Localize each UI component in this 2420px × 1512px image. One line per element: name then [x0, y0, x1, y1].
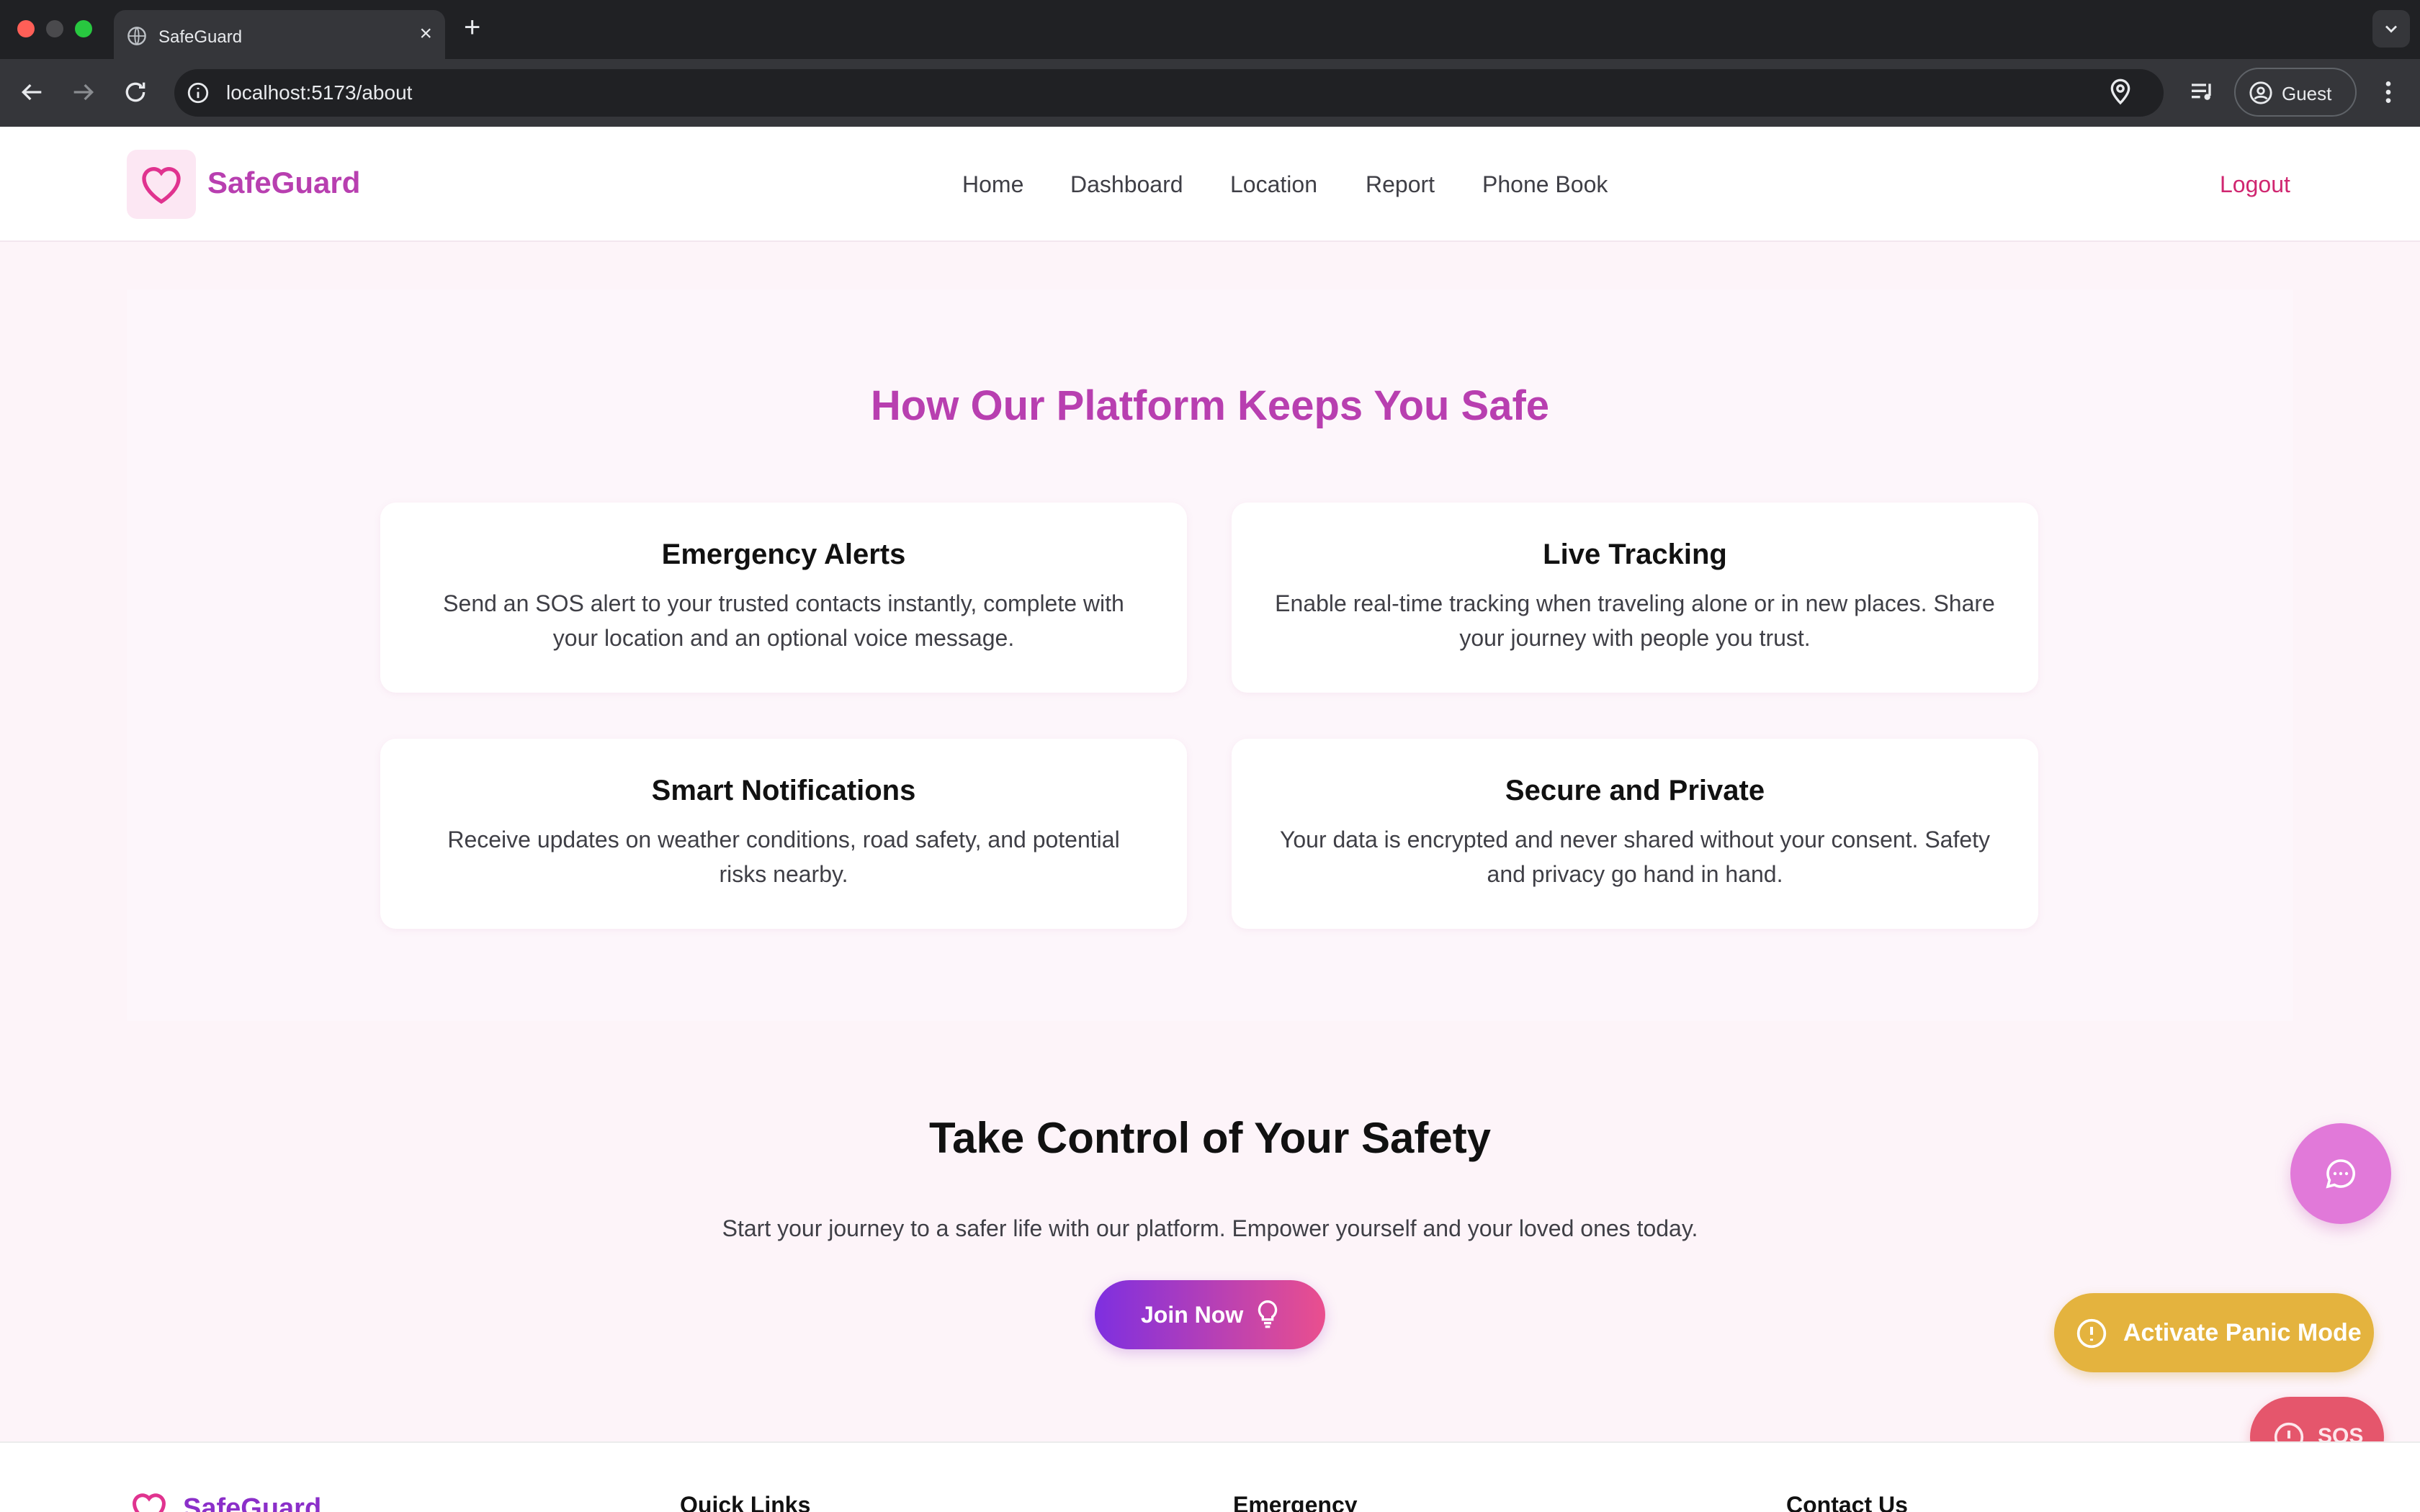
- address-bar[interactable]: [174, 69, 2164, 117]
- feature-card: Emergency Alerts Send an SOS alert to yo…: [380, 503, 1187, 693]
- user-circle-icon: [2249, 81, 2272, 104]
- new-tab-button[interactable]: +: [464, 13, 480, 42]
- globe-icon: [127, 27, 146, 45]
- nav-report[interactable]: Report: [1366, 171, 1435, 198]
- browser-tab[interactable]: SafeGuard ×: [114, 10, 445, 59]
- feature-card: Live Tracking Enable real-time tracking …: [1232, 503, 2038, 693]
- nav-dashboard[interactable]: Dashboard: [1070, 171, 1183, 198]
- cta-title: Take Control of Your Safety: [928, 1114, 1492, 1162]
- footer: [0, 1441, 2420, 1512]
- heart-icon: [133, 1493, 166, 1512]
- location-pin-icon[interactable]: [2106, 78, 2135, 107]
- feature-card-title: Secure and Private: [1505, 775, 1765, 806]
- activate-panic-mode-button[interactable]: Activate Panic Mode: [2054, 1293, 2374, 1372]
- features-title: How Our Platform Keeps You Safe: [870, 382, 1550, 429]
- profile-button[interactable]: Guest: [2234, 68, 2357, 117]
- media-control-icon[interactable]: [2188, 78, 2217, 107]
- browser-tab-bar: SafeGuard × +: [0, 0, 2420, 59]
- more-options-icon[interactable]: [2374, 78, 2403, 107]
- footer-heading-contact-us: Contact Us: [1786, 1492, 1908, 1512]
- lightbulb-icon: [1258, 1300, 1278, 1328]
- tab-title: SafeGuard: [158, 27, 243, 47]
- logout-link[interactable]: Logout: [2220, 171, 2290, 198]
- footer-heading-emergency: Emergency: [1233, 1492, 1358, 1512]
- feature-card-title: Emergency Alerts: [661, 539, 906, 570]
- forward-arrow-icon[interactable]: [69, 78, 98, 107]
- feature-card-desc: Send an SOS alert to your trusted contac…: [443, 590, 1124, 651]
- chat-bubble-icon: [2326, 1159, 2355, 1189]
- feature-card: Secure and Private Your data is encrypte…: [1232, 739, 2038, 929]
- url-text[interactable]: localhost:5173/about: [226, 81, 412, 104]
- feature-card-desc: Your data is encrypted and never shared …: [1279, 827, 1991, 887]
- close-window-button[interactable]: [17, 20, 35, 37]
- panic-label: Activate Panic Mode: [2123, 1319, 2362, 1346]
- reload-icon[interactable]: [121, 78, 150, 107]
- feature-card-title: Live Tracking: [1543, 539, 1727, 570]
- site-info-icon[interactable]: [186, 81, 210, 105]
- footer-heading-quick-links: Quick Links: [680, 1492, 811, 1512]
- join-now-label: Join Now: [1141, 1302, 1244, 1328]
- cta-description: Start your journey to a safer life with …: [722, 1215, 1698, 1241]
- nav-home[interactable]: Home: [962, 171, 1023, 198]
- join-now-button[interactable]: Join Now: [1095, 1280, 1325, 1349]
- brand-name[interactable]: SafeGuard: [207, 166, 360, 200]
- brand-logo[interactable]: [127, 150, 196, 219]
- feature-card-desc: Receive updates on weather conditions, r…: [447, 827, 1120, 887]
- nav-location[interactable]: Location: [1230, 171, 1317, 198]
- alert-circle-icon: [2076, 1318, 2107, 1349]
- heart-icon: [142, 167, 181, 204]
- maximize-window-button[interactable]: [75, 20, 92, 37]
- minimize-window-button[interactable]: [46, 20, 63, 37]
- footer-brand[interactable]: SafeGuard: [183, 1493, 321, 1512]
- tab-close-icon[interactable]: ×: [419, 23, 432, 45]
- chat-button[interactable]: [2290, 1123, 2391, 1224]
- profile-label: Guest: [2282, 83, 2332, 104]
- tab-search-button[interactable]: [2372, 10, 2410, 48]
- back-arrow-icon[interactable]: [17, 78, 46, 107]
- feature-card-desc: Enable real-time tracking when traveling…: [1275, 590, 1995, 651]
- app-header: [0, 127, 2420, 242]
- chevron-down-icon: [2385, 25, 2397, 33]
- nav-phone-book[interactable]: Phone Book: [1482, 171, 1608, 198]
- feature-card-title: Smart Notifications: [651, 775, 916, 806]
- feature-card: Smart Notifications Receive updates on w…: [380, 739, 1187, 929]
